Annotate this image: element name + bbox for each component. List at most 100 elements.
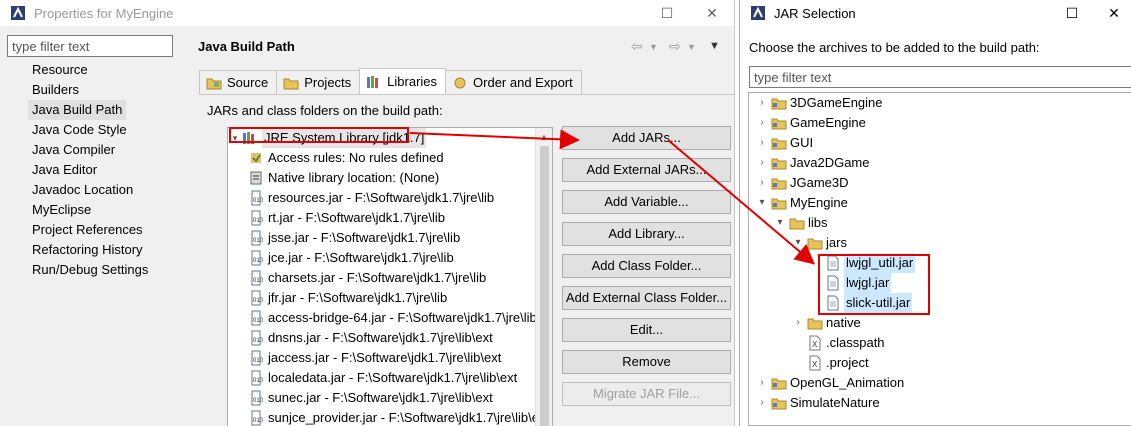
tree-row-jar[interactable]: 010 charsets.jar - F:\Software\jdk1.7\jre… (228, 268, 552, 288)
workspace-tree-item[interactable]: ▾ jars (749, 233, 1131, 253)
dialog-message: Choose the archives to be added to the b… (749, 40, 1040, 55)
expand-icon[interactable]: › (755, 113, 769, 133)
expand-icon[interactable]: › (755, 133, 769, 153)
forward-icon[interactable]: ⇨ (669, 38, 681, 55)
nav-item-myeclipse[interactable]: MyEclipse (0, 200, 180, 220)
scroll-thumb[interactable] (540, 146, 549, 426)
jar-icon: 010 (251, 330, 264, 346)
workspace-tree-item[interactable]: › JGame3D (749, 173, 1131, 193)
jar-icon: 010 (251, 270, 264, 286)
view-menu-icon[interactable]: ▼ (709, 40, 720, 52)
tree-row-access-rules[interactable]: Access rules: No rules defined (228, 148, 552, 168)
jar-icon: 010 (251, 290, 264, 306)
workspace-tree-item[interactable]: › GUI (749, 133, 1131, 153)
workspace-tree-item[interactable]: › GameEngine (749, 113, 1131, 133)
expand-icon[interactable]: › (755, 173, 769, 193)
tree-row-jar[interactable]: 010 resources.jar - F:\Software\jdk1.7\jr… (228, 188, 552, 208)
forward-menu-icon[interactable]: ▼ (687, 42, 696, 52)
nav-item-resource[interactable]: Resource (0, 60, 180, 80)
workspace-tree-item[interactable]: › OpenGL_Animation (749, 373, 1131, 393)
tab-bar: Source Projects Libraries Order and Expo… (199, 68, 582, 94)
tree-row-native[interactable]: Native library location: (None) (228, 168, 552, 188)
tab-libraries[interactable]: Libraries (359, 68, 447, 94)
tab-source[interactable]: Source (199, 70, 278, 94)
workspace-tree-item[interactable]: X .classpath (749, 333, 1131, 353)
tree-row-jar[interactable]: 010 dnsns.jar - F:\Software\jdk1.7\jre\li… (228, 328, 552, 348)
scroll-up-icon[interactable]: ▲ (536, 128, 552, 145)
nav-item-java-editor[interactable]: Java Editor (0, 160, 180, 180)
add-class-folder-button[interactable]: Add Class Folder... (562, 254, 731, 278)
remove-button[interactable]: Remove (562, 350, 731, 374)
libraries-tab-content: JARs and class folders on the build path… (199, 94, 734, 426)
nav-item-java-compiler[interactable]: Java Compiler (0, 140, 180, 160)
jar-icon: 010 (251, 390, 264, 406)
tree-row-jar[interactable]: 010 sunjce_provider.jar - F:\Software\jdk… (228, 408, 552, 426)
nav-item-java-build-path[interactable]: Java Build Path (28, 100, 126, 120)
filter-input[interactable] (7, 35, 173, 57)
nav-item-project-references[interactable]: Project References (0, 220, 180, 240)
add-variable-button[interactable]: Add Variable... (562, 190, 731, 214)
tab-order-export[interactable]: Order and Export (445, 70, 582, 94)
maximize-button[interactable]: ☐ (1050, 0, 1094, 26)
tree-row-jar[interactable]: 010 access-bridge-64.jar - F:\Software\jd… (228, 308, 552, 328)
close-button[interactable]: ✕ (690, 0, 734, 26)
workspace-tree-item[interactable]: X .project (749, 353, 1131, 373)
project-folder-icon (771, 155, 787, 171)
workspace-tree-item[interactable]: › native (749, 313, 1131, 333)
nav-item-refactoring-history[interactable]: Refactoring History (0, 240, 180, 260)
jar-filter-input[interactable] (749, 66, 1131, 88)
tree-row-jar[interactable]: 010 rt.jar - F:\Software\jdk1.7\jre\lib (228, 208, 552, 228)
add-library-button[interactable]: Add Library... (562, 222, 731, 246)
tree-row-jar[interactable]: 010 jfr.jar - F:\Software\jdk1.7\jre\lib (228, 288, 552, 308)
collapse-icon[interactable]: ▾ (773, 213, 787, 233)
tree-row-jar[interactable]: 010 sunec.jar - F:\Software\jdk1.7\jre\li… (228, 388, 552, 408)
nav-item-run-debug-settings[interactable]: Run/Debug Settings (0, 260, 180, 280)
workspace-tree-item[interactable]: slick-util.jar (749, 293, 1131, 313)
jar-icon: 010 (251, 350, 264, 366)
add-jars-button[interactable]: Add JARs... (562, 126, 731, 150)
workspace-tree-item[interactable]: ▾ MyEngine (749, 193, 1131, 213)
workspace-tree-item[interactable]: ▾ libs (749, 213, 1131, 233)
workspace-tree[interactable]: › 3DGameEngine › GameEngine › GUI › Java2DGame ›… (748, 92, 1131, 426)
tree-row-jar[interactable]: 010 jsse.jar - F:\Software\jdk1.7\jre\lib (228, 228, 552, 248)
xml-file-icon: X (807, 335, 823, 351)
tree-item-label: GameEngine (790, 115, 866, 130)
add-external-class-folder-button[interactable]: Add External Class Folder... (562, 286, 731, 310)
tree-label: jfr.jar - F:\Software\jdk1.7\jre\lib (268, 290, 448, 305)
workspace-tree-item[interactable]: lwjgl.jar (749, 273, 1131, 293)
collapse-icon[interactable]: ▾ (791, 233, 805, 253)
collapse-icon[interactable]: ▾ (755, 193, 769, 213)
nav-item-javadoc-location[interactable]: Javadoc Location (0, 180, 180, 200)
build-path-tree[interactable]: ▾ JRE System Library [jdk1.7] Access rul… (227, 127, 553, 426)
expand-icon[interactable]: › (755, 393, 769, 413)
expand-icon[interactable]: › (791, 313, 805, 333)
svg-text:010: 010 (253, 278, 264, 284)
expand-icon[interactable]: › (755, 93, 769, 113)
edit-button[interactable]: Edit... (562, 318, 731, 342)
sash[interactable] (180, 30, 184, 426)
projects-icon (283, 78, 299, 89)
tree-row-jar[interactable]: 010 jce.jar - F:\Software\jdk1.7\jre\lib (228, 248, 552, 268)
tree-row-jar[interactable]: 010 localedata.jar - F:\Software\jdk1.7\j… (228, 368, 552, 388)
back-icon[interactable]: ⇦ (631, 38, 643, 55)
expand-icon[interactable]: › (755, 153, 769, 173)
workspace-tree-item[interactable]: › SimulateNature (749, 393, 1131, 413)
close-button[interactable]: ✕ (1092, 0, 1131, 26)
svg-text:010: 010 (253, 258, 264, 264)
expand-icon[interactable]: › (755, 373, 769, 393)
maximize-button[interactable]: ☐ (645, 0, 689, 26)
tree-scrollbar[interactable]: ▲ (535, 128, 552, 426)
tab-projects[interactable]: Projects (276, 70, 361, 94)
migrate-jar-button[interactable]: Migrate JAR File... (562, 382, 731, 406)
source-folder-icon (206, 78, 222, 89)
workspace-tree-item[interactable]: lwjgl_util.jar (749, 253, 1131, 273)
nav-item-builders[interactable]: Builders (0, 80, 180, 100)
workspace-tree-item[interactable]: › Java2DGame (749, 153, 1131, 173)
nav-item-java-code-style[interactable]: Java Code Style (0, 120, 180, 140)
tree-row-jar[interactable]: 010 jaccess.jar - F:\Software\jdk1.7\jre\… (228, 348, 552, 368)
jar-icon: 010 (251, 190, 264, 206)
add-external-jars-button[interactable]: Add External JARs... (562, 158, 731, 182)
back-menu-icon[interactable]: ▼ (649, 42, 658, 52)
workspace-tree-item[interactable]: › 3DGameEngine (749, 93, 1131, 113)
tree-label: dnsns.jar - F:\Software\jdk1.7\jre\lib\e… (268, 330, 493, 345)
